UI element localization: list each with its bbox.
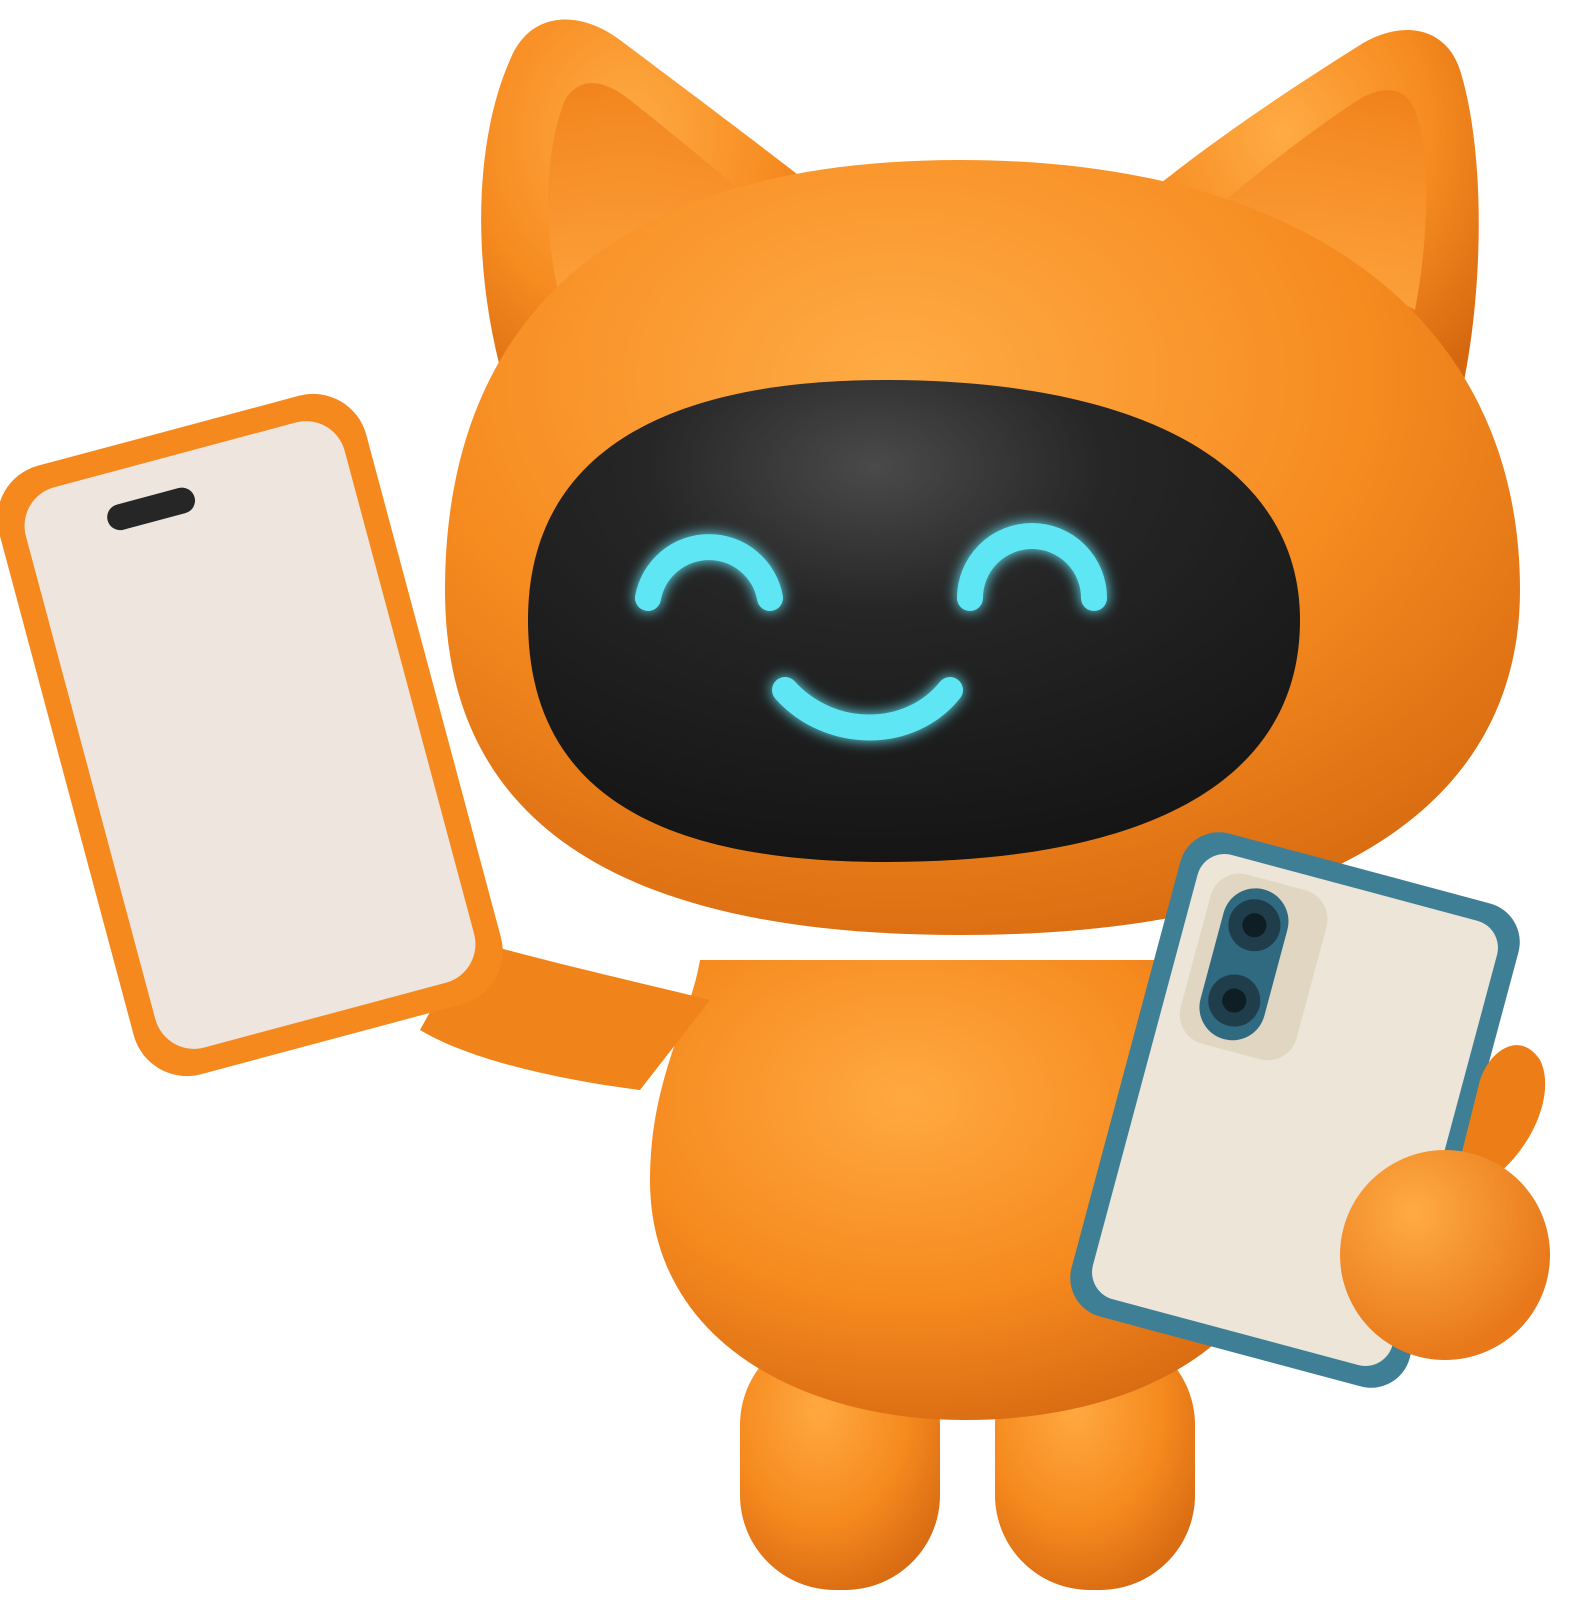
mascot-illustration: [0, 0, 1592, 1600]
phone-front: [0, 393, 503, 1077]
hand-right: [1340, 1150, 1550, 1360]
face-visor: [528, 380, 1300, 862]
